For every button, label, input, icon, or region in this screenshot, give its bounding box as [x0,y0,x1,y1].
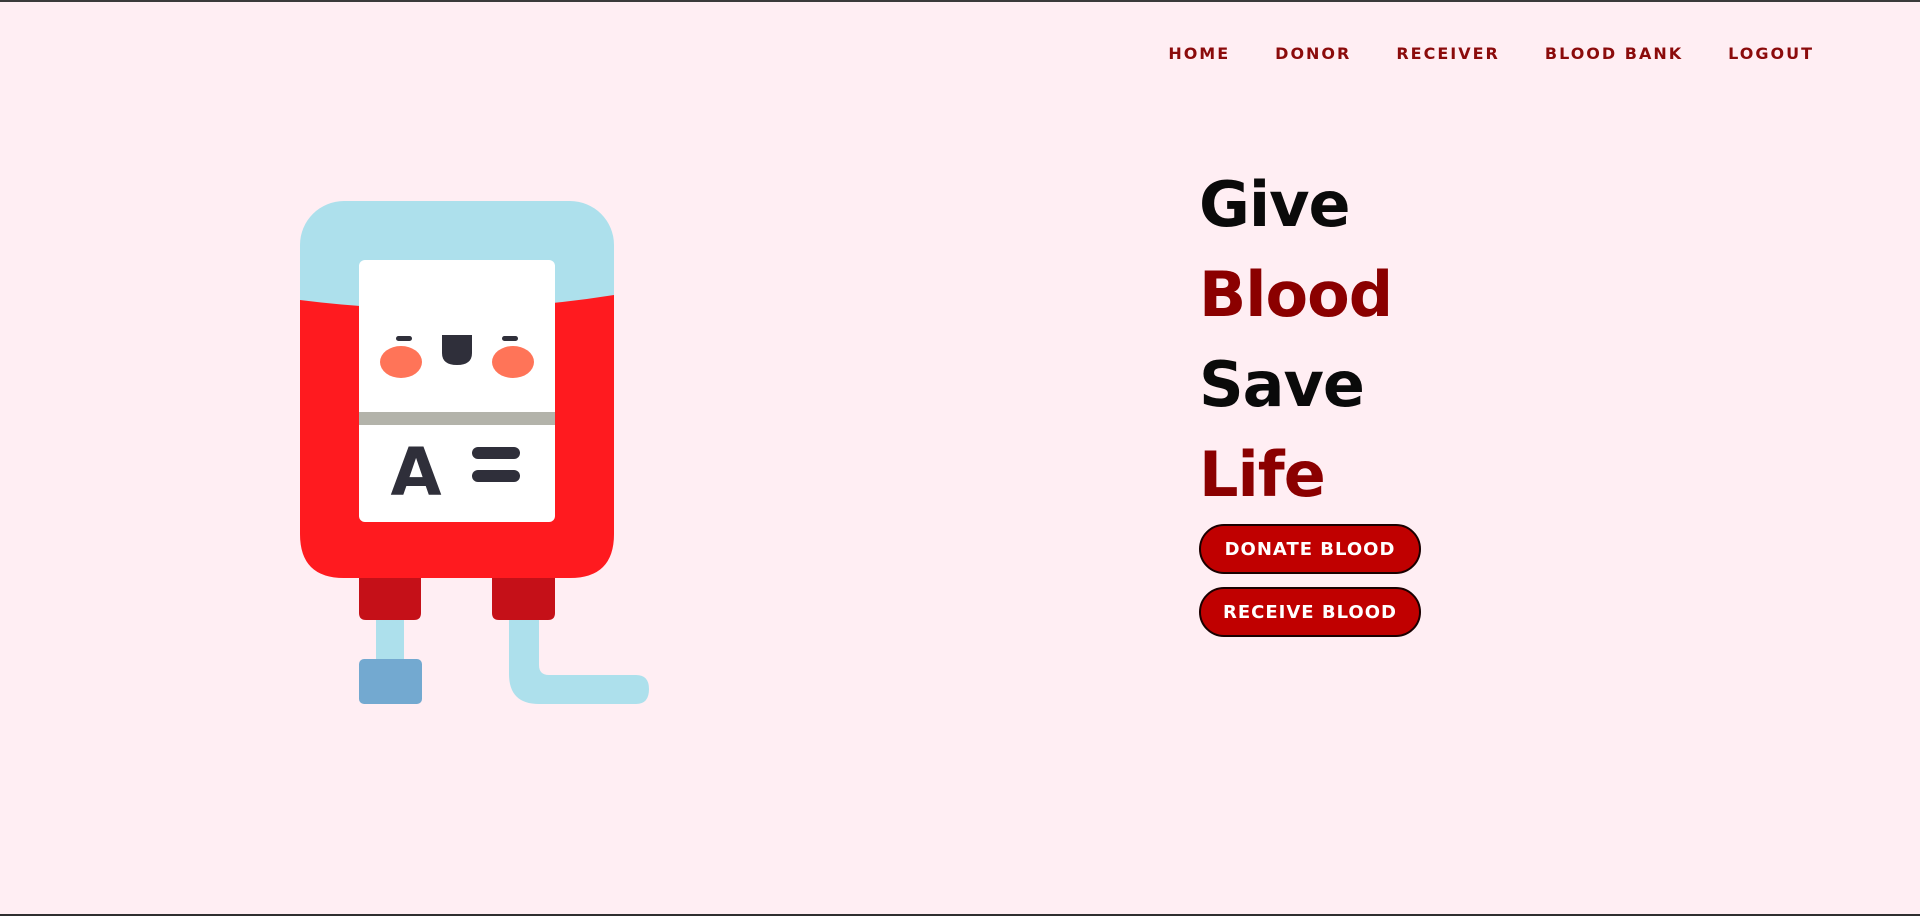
hero-slogan: Give Blood Save Life [1199,160,1393,520]
blood-bag-illustration: A [290,195,660,715]
bag-blood-type-label: A [390,434,441,511]
receive-blood-button[interactable]: RECEIVE BLOOD [1199,587,1421,637]
main-nav: HOME DONOR RECEIVER BLOOD BANK LOGOUT [1168,44,1814,64]
donate-blood-button[interactable]: DONATE BLOOD [1199,524,1421,574]
nav-receiver-link[interactable]: RECEIVER [1396,44,1500,64]
hero-word-blood: Blood [1199,258,1393,331]
nav-donor-link[interactable]: DONOR [1275,44,1351,64]
hero-actions: DONATE BLOOD RECEIVE BLOOD [1199,524,1421,637]
blood-bag-icon: A [300,201,649,704]
hero-word-save: Save [1199,348,1365,421]
nav-blood-bank-link[interactable]: BLOOD BANK [1545,44,1683,64]
hero-word-give: Give [1199,168,1351,241]
nav-logout-link[interactable]: LOGOUT [1728,44,1814,64]
hero-word-life: Life [1199,438,1326,511]
top-border [0,0,1920,2]
nav-home-link[interactable]: HOME [1168,44,1230,64]
